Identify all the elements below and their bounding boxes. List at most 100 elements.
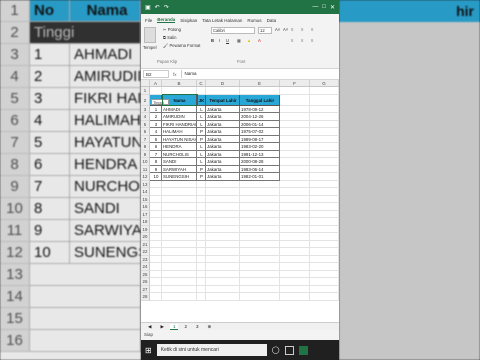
cell[interactable] xyxy=(240,218,280,226)
minimize-icon[interactable]: — xyxy=(312,4,318,10)
cell[interactable] xyxy=(280,210,310,218)
cell[interactable] xyxy=(310,248,339,256)
cell[interactable] xyxy=(206,278,240,286)
cell[interactable] xyxy=(240,195,280,203)
table-cell[interactable]: AMIRUDIN xyxy=(162,113,197,121)
row-header[interactable]: 8 xyxy=(141,143,150,151)
cell[interactable] xyxy=(240,293,280,301)
table-cell[interactable]: 1978-09-12 xyxy=(240,105,280,113)
cell[interactable] xyxy=(310,188,339,196)
table-cell[interactable]: AHMADI xyxy=(162,105,197,113)
cell[interactable] xyxy=(150,87,162,95)
cell[interactable] xyxy=(197,87,206,95)
cell[interactable] xyxy=(240,263,280,271)
row-header[interactable]: 24 xyxy=(141,263,150,271)
cell[interactable] xyxy=(162,203,197,211)
cell[interactable] xyxy=(310,255,339,263)
taskbar-search-input[interactable]: Ketik di sini untuk mencari xyxy=(156,344,267,356)
table-cell[interactable]: 4 xyxy=(150,128,162,136)
table-cell[interactable]: NURCHOLIS xyxy=(162,150,197,158)
cell[interactable] xyxy=(206,225,240,233)
cell[interactable] xyxy=(206,203,240,211)
cell[interactable] xyxy=(162,210,197,218)
table-cell[interactable]: 8 xyxy=(150,158,162,166)
row-header[interactable]: 14 xyxy=(141,188,150,196)
cell[interactable] xyxy=(280,218,310,226)
cell[interactable] xyxy=(197,225,206,233)
cell[interactable] xyxy=(150,195,162,203)
cell[interactable] xyxy=(280,248,310,256)
cell[interactable] xyxy=(162,263,197,271)
cell[interactable] xyxy=(162,278,197,286)
cell[interactable] xyxy=(150,248,162,256)
table-cell[interactable]: 1991-12-13 xyxy=(240,150,280,158)
cell[interactable] xyxy=(240,270,280,278)
table-cell[interactable]: 6 xyxy=(150,143,162,151)
table-cell[interactable]: Jakarta xyxy=(206,128,240,136)
row-header[interactable]: 16 xyxy=(141,203,150,211)
table-cell[interactable]: Jakarta xyxy=(206,120,240,128)
row-header[interactable]: 3 xyxy=(141,105,150,113)
table-cell[interactable]: P xyxy=(197,173,206,181)
cell[interactable] xyxy=(240,248,280,256)
cell[interactable] xyxy=(280,270,310,278)
undo-icon[interactable]: ↶ xyxy=(155,4,160,11)
cell[interactable] xyxy=(206,270,240,278)
cell[interactable] xyxy=(240,87,280,95)
table-cell[interactable]: SARWIYAH xyxy=(162,165,197,173)
save-icon[interactable]: ▣ xyxy=(145,4,151,11)
cell[interactable] xyxy=(206,87,240,95)
table-cell[interactable]: 1 xyxy=(150,105,162,113)
table-cell[interactable]: Jakarta xyxy=(206,135,240,143)
table-cell[interactable]: HENDRA xyxy=(162,143,197,151)
row-header[interactable]: 18 xyxy=(141,218,150,226)
header-tanggal-lahir[interactable]: Tanggal Lahir xyxy=(240,94,280,106)
sheet-tab-1[interactable]: 1 xyxy=(169,323,179,330)
sheet-tab-3[interactable]: 3 xyxy=(193,324,202,329)
table-cell[interactable]: FIKRI HANDRIAN xyxy=(162,120,197,128)
cell[interactable] xyxy=(310,263,339,271)
border-icon[interactable]: ▦ xyxy=(237,38,241,43)
cell[interactable] xyxy=(310,87,339,95)
cell[interactable] xyxy=(310,203,339,211)
table-cell[interactable] xyxy=(280,120,310,128)
row-header[interactable]: 17 xyxy=(141,210,150,218)
table-cell[interactable]: L xyxy=(197,143,206,151)
align-middle-icon[interactable]: ≡ xyxy=(301,27,303,32)
column-header-e[interactable]: E xyxy=(240,80,280,86)
row-header[interactable]: 1 xyxy=(141,87,150,95)
maximize-icon[interactable]: □ xyxy=(322,4,326,10)
cell[interactable] xyxy=(240,240,280,248)
taskbar-app-icon[interactable] xyxy=(284,345,294,355)
cell[interactable] xyxy=(206,240,240,248)
row-header[interactable]: 10 xyxy=(141,158,150,166)
table-cell[interactable]: Jakarta xyxy=(206,173,240,181)
cell[interactable] xyxy=(150,285,162,293)
cell[interactable] xyxy=(150,188,162,196)
table-cell[interactable]: P xyxy=(197,128,206,136)
cell[interactable] xyxy=(162,225,197,233)
row-header[interactable]: 15 xyxy=(141,195,150,203)
cell[interactable] xyxy=(310,94,339,106)
cell[interactable] xyxy=(280,87,310,95)
cell[interactable] xyxy=(206,233,240,241)
table-cell[interactable] xyxy=(280,143,310,151)
table-cell[interactable] xyxy=(280,150,310,158)
cell[interactable] xyxy=(197,293,206,301)
cell[interactable] xyxy=(206,218,240,226)
cell[interactable] xyxy=(162,240,197,248)
cell[interactable] xyxy=(310,180,339,188)
cell[interactable] xyxy=(162,293,197,301)
row-header[interactable]: 22 xyxy=(141,248,150,256)
cell[interactable] xyxy=(162,248,197,256)
formula-input[interactable]: Nama xyxy=(180,70,339,78)
sheet-next-icon[interactable]: ▶ xyxy=(157,324,166,330)
cell[interactable] xyxy=(310,195,339,203)
cell[interactable] xyxy=(150,180,162,188)
table-cell[interactable] xyxy=(310,105,339,113)
copy-button[interactable]: ⧉ Salin xyxy=(163,35,176,40)
cell[interactable] xyxy=(206,188,240,196)
column-header-b[interactable]: B xyxy=(162,80,197,86)
paste-icon[interactable] xyxy=(144,27,156,43)
align-top-icon[interactable]: ≡ xyxy=(291,27,293,32)
